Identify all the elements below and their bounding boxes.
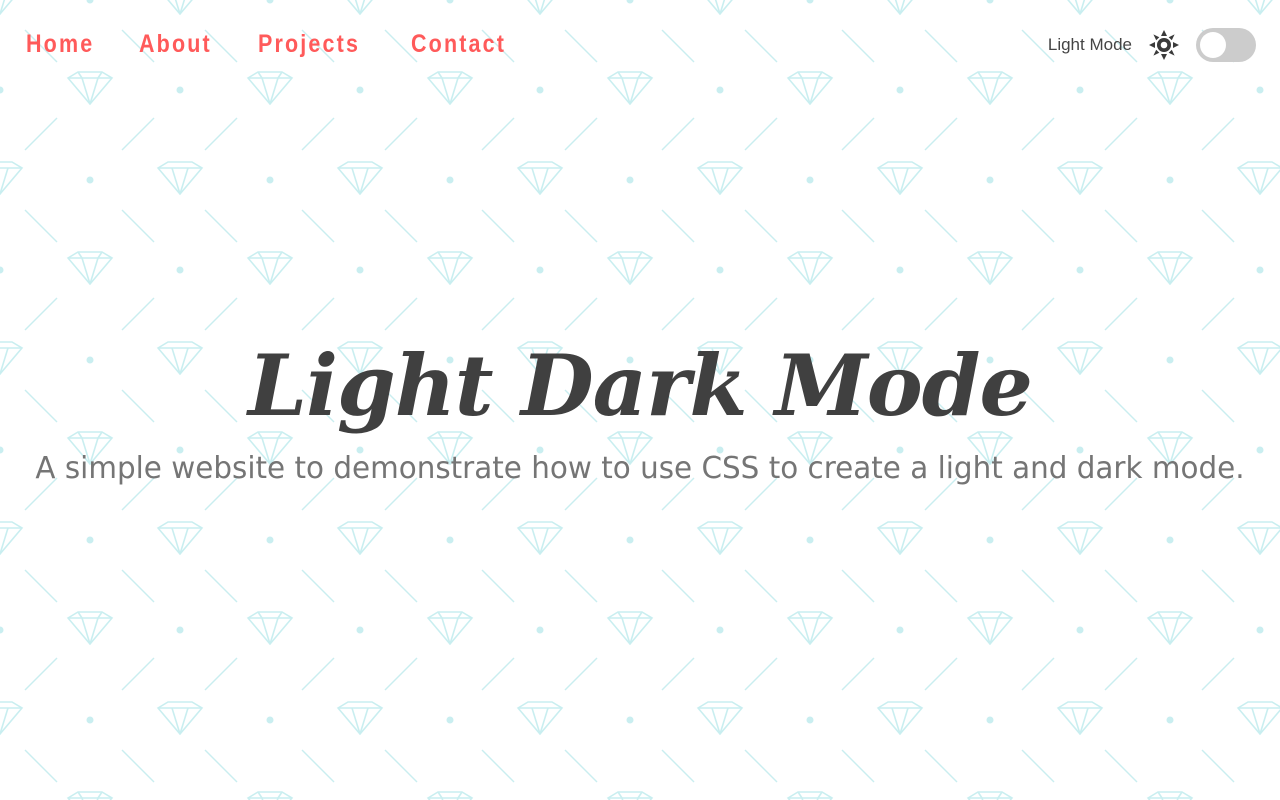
toggle-knob — [1200, 32, 1226, 58]
theme-mode-label: Light Mode — [1047, 35, 1132, 54]
theme-toggle-switch[interactable] — [1196, 28, 1256, 62]
hero-section: Light Dark Mode A simple website to demo… — [0, 320, 1280, 486]
nav-link-contact[interactable]: Contact — [411, 27, 506, 61]
nav-link-home[interactable]: Home — [26, 27, 94, 61]
hero-subtitle: A simple website to demonstrate how to u… — [35, 451, 1245, 486]
sun-icon — [1148, 29, 1180, 61]
nav-link-projects[interactable]: Projects — [258, 27, 360, 61]
page: Home About Projects Contact Light Mode L… — [0, 0, 1280, 800]
theme-switch-wrapper: Light Mode — [1048, 28, 1256, 62]
nav-links: Home About Projects Contact — [26, 27, 521, 61]
nav-link-about[interactable]: About — [139, 27, 212, 61]
hero-title: Light Dark Mode — [248, 336, 1033, 435]
top-navigation: Home About Projects Contact Light Mode — [0, 0, 1280, 92]
